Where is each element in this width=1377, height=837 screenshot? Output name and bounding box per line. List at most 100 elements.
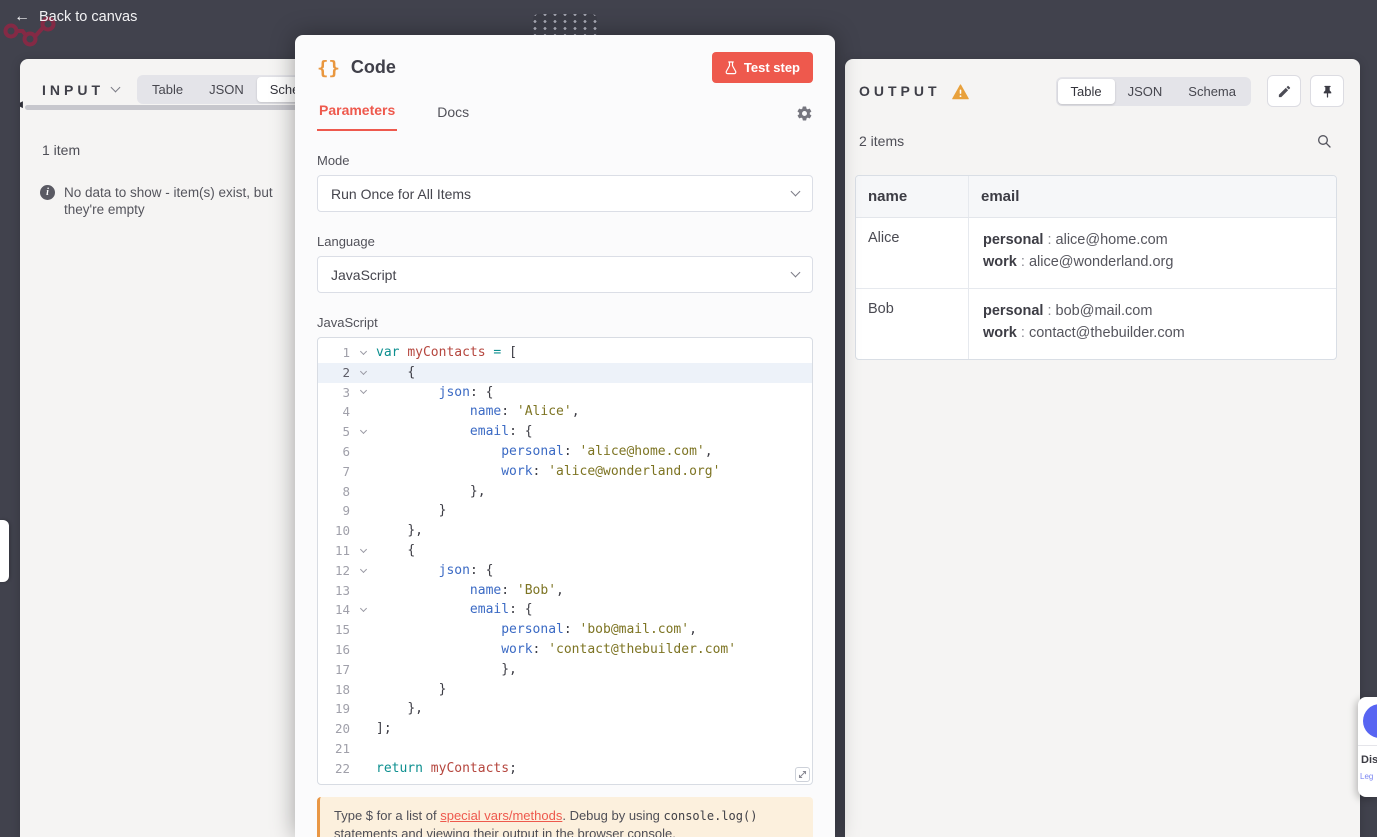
code-editor[interactable]: 1 var myContacts = [2 {3 json: {4 name: '… (317, 337, 813, 785)
input-empty-message: No data to show - item(s) exist, but the… (64, 185, 273, 217)
tab-parameters[interactable]: Parameters (317, 96, 398, 131)
pencil-icon (1278, 85, 1290, 97)
panel-resize-handle[interactable] (0, 520, 9, 582)
code-editor-lines: 1 var myContacts = [2 {3 json: {4 name: '… (318, 343, 812, 779)
input-tab-json[interactable]: JSON (196, 77, 257, 102)
output-tab-schema[interactable]: Schema (1175, 79, 1249, 104)
help-widget[interactable]: Dis Leg (1358, 697, 1377, 797)
output-tab-json[interactable]: JSON (1115, 79, 1176, 104)
code-line[interactable]: 1 var myContacts = [ (318, 343, 812, 363)
back-arrow-icon: ← (14, 8, 30, 25)
code-line[interactable]: 11 { (318, 541, 812, 561)
output-view-tabs: Table JSON Schema (1055, 76, 1251, 106)
settings-gear-icon[interactable] (796, 105, 813, 122)
code-text: return myContacts; (376, 760, 517, 776)
code-text: name: 'Bob', (469, 582, 564, 598)
table-row: Alice personal : alice@home.com work : ali… (856, 218, 1336, 289)
fold-chevron-icon[interactable] (350, 422, 376, 442)
fold-chevron-icon[interactable] (350, 600, 376, 620)
code-text: email: { (469, 424, 533, 440)
line-number: 18 (334, 681, 350, 697)
mode-label: Mode (317, 153, 350, 168)
collapse-input-panel-icon[interactable]: ◀ (20, 99, 23, 110)
code-line[interactable]: 21 (318, 739, 812, 759)
input-panel: ◀ INPUT Table JSON Schema 1 item i No da… (20, 59, 310, 837)
cell-name: Alice (868, 230, 900, 246)
code-line[interactable]: 7 work: 'alice@wonderland.org' (318, 462, 812, 482)
test-step-button[interactable]: Test step (711, 52, 813, 83)
code-line[interactable]: 3 json: { (318, 383, 812, 403)
resize-icon (798, 770, 807, 778)
code-line[interactable]: 6 personal: 'alice@home.com', (318, 442, 812, 462)
output-tab-table[interactable]: Table (1057, 78, 1115, 104)
search-icon[interactable] (1316, 133, 1332, 149)
fold-chevron-icon[interactable] (350, 541, 376, 561)
code-node-modal: {} Code Test step Parameters Docs Mode R… (295, 35, 835, 837)
code-line[interactable]: 4 name: 'Alice', (318, 402, 812, 422)
code-line[interactable]: 14 email: { (318, 600, 812, 620)
code-line[interactable]: 22 return myContacts; (318, 759, 812, 779)
code-line[interactable]: 10 }, (318, 521, 812, 541)
email-entry: work : contact@thebuilder.com (983, 325, 1185, 341)
code-line[interactable]: 12 json: { (318, 561, 812, 581)
cell-email: personal : bob@mail.com work : contact@th… (968, 289, 1336, 359)
email-entry: personal : bob@mail.com (983, 303, 1153, 319)
code-text: json: { (438, 384, 494, 400)
line-number: 7 (342, 463, 350, 479)
edit-output-button[interactable] (1267, 75, 1301, 107)
line-number: 22 (334, 760, 350, 776)
mode-select[interactable]: Run Once for All Items (317, 175, 813, 212)
code-line[interactable]: 20]; (318, 719, 812, 739)
back-to-canvas-button[interactable]: ← Back to canvas (14, 8, 138, 26)
chat-bubble-icon[interactable] (1363, 704, 1377, 738)
fold-chevron-icon[interactable] (350, 363, 376, 383)
line-number: 9 (342, 503, 350, 519)
code-text: { (407, 364, 416, 380)
widget-label: Dis (1361, 754, 1377, 766)
hint-text: . Debug by using (562, 807, 664, 823)
code-text: }, (469, 483, 486, 499)
input-tab-table[interactable]: Table (139, 77, 196, 102)
code-text: json: { (438, 562, 494, 578)
language-label: Language (317, 234, 375, 249)
line-number: 12 (334, 562, 350, 578)
email-entry: personal : alice@home.com (983, 232, 1168, 248)
warning-icon[interactable] (951, 84, 969, 100)
fold-chevron-icon[interactable] (350, 343, 376, 363)
code-text: } (438, 503, 447, 519)
code-line[interactable]: 8 }, (318, 482, 812, 502)
fold-chevron-icon[interactable] (350, 383, 376, 403)
editor-resize-handle[interactable] (795, 766, 810, 782)
code-line[interactable]: 5 email: { (318, 422, 812, 442)
pin-data-button[interactable] (1310, 75, 1344, 107)
code-line[interactable]: 2 { (318, 362, 812, 383)
table-row: Bob personal : bob@mail.com work : contact… (856, 289, 1336, 359)
code-line[interactable]: 18 } (318, 680, 812, 700)
code-line[interactable]: 15 personal: 'bob@mail.com', (318, 620, 812, 640)
input-dropdown-chevron-icon[interactable] (110, 82, 121, 93)
output-table: name email Alice personal : alice@home.co… (855, 175, 1337, 360)
tab-docs[interactable]: Docs (435, 98, 471, 131)
code-line[interactable]: 9 } (318, 501, 812, 521)
line-number: 8 (342, 483, 350, 499)
special-vars-link[interactable]: special vars/methods (440, 808, 562, 823)
code-line[interactable]: 17 }, (318, 660, 812, 680)
back-label: Back to canvas (39, 9, 138, 25)
line-number: 6 (342, 443, 350, 459)
code-line[interactable]: 19 }, (318, 699, 812, 719)
code-node-icon: {} (317, 56, 340, 79)
hint-code: console.log() (663, 808, 758, 823)
output-panel-title: OUTPUT (859, 83, 941, 99)
line-number: 20 (334, 721, 350, 737)
fold-chevron-icon[interactable] (350, 561, 376, 581)
code-line[interactable]: 13 name: 'Bob', (318, 581, 812, 601)
language-select[interactable]: JavaScript (317, 256, 813, 293)
line-number: 14 (334, 602, 350, 618)
input-horizontal-scrollbar[interactable] (25, 105, 303, 110)
node-drag-grip-icon[interactable] (533, 14, 597, 35)
code-line[interactable]: 16 work: 'contact@thebuilder.com' (318, 640, 812, 660)
